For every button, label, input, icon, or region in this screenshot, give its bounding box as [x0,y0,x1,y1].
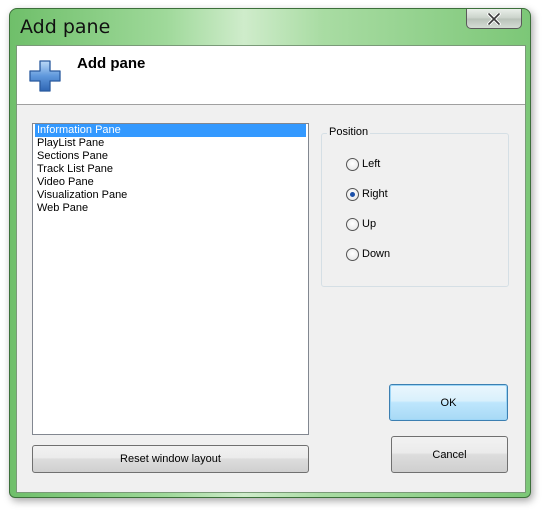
ok-button[interactable]: OK [389,384,508,421]
radio-left-label: Left [362,158,381,170]
position-group-label: Position [327,126,371,138]
close-button[interactable] [466,9,522,29]
radio-right[interactable]: Right [346,186,388,202]
cancel-button[interactable]: Cancel [391,436,508,473]
list-item[interactable]: Web Pane [35,202,306,215]
header-title: Add pane [77,55,146,72]
plus-icon [29,60,61,92]
radio-left[interactable]: Left [346,156,380,172]
radio-right-label: Right [362,188,388,200]
list-item[interactable]: Information Pane [35,124,306,137]
radio-left-button[interactable] [346,157,359,171]
list-item[interactable]: PlayList Pane [35,137,306,150]
reset-window-layout-button[interactable]: Reset window layout [32,445,309,473]
list-item[interactable]: Sections Pane [35,150,306,163]
pane-listbox[interactable]: Information Pane PlayList Pane Sections Pa… [32,123,309,435]
dialog-client-area: Add pane Information Pane PlayList Pane Se… [16,45,526,493]
radio-right-button[interactable] [346,187,359,201]
dialog-header: Add pane [17,46,525,105]
list-item[interactable]: Visualization Pane [35,189,306,202]
radio-down[interactable]: Down [346,246,390,262]
close-icon [487,12,501,25]
list-item[interactable]: Track List Pane [35,163,306,176]
radio-down-button[interactable] [346,247,359,261]
dialog-window: Add pane Add pane Information Pane PlayL… [9,8,531,498]
radio-down-label: Down [362,248,391,260]
radio-up-button[interactable] [346,217,359,231]
title-bar[interactable]: Add pane [10,9,530,47]
radio-up-label: Up [362,218,377,230]
list-item[interactable]: Video Pane [35,176,306,189]
radio-up[interactable]: Up [346,216,376,232]
window-title: Add pane [20,16,111,38]
